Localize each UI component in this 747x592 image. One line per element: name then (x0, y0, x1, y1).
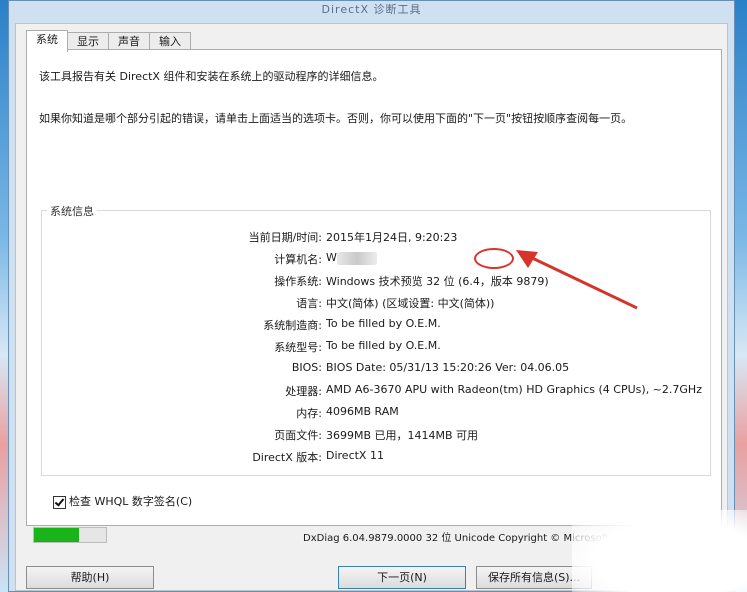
info-label: BIOS: (291, 361, 322, 374)
info-value: 中文(简体) (区域设置: 中文(简体)) (326, 297, 495, 310)
intro-text-2: 如果你知道是哪个部分引起的错误，请单击上面适当的选项卡。否则，你可以使用下面的"… (39, 112, 633, 125)
info-label: 计算机名: (274, 253, 322, 266)
computer-name-value: W (326, 251, 337, 264)
info-value: 3699MB 已用，1414MB 可用 (326, 429, 479, 442)
whql-checkbox-label: 检查 WHQL 数字签名(C) (69, 495, 193, 508)
window-title: DirectX 诊断工具 (321, 3, 422, 16)
info-row-model: 系统型号: To be filled by O.E.M. (42, 339, 712, 361)
info-value: 2015年1月24日, 9:20:23 (326, 231, 458, 244)
info-value: BIOS Date: 05/31/13 15:20:26 Ver: 04.06.… (326, 361, 570, 374)
next-page-button[interactable]: 下一页(N) (338, 566, 466, 589)
info-row-bios: BIOS: BIOS Date: 05/31/13 15:20:26 Ver: … (42, 361, 712, 383)
info-value: 4096MB RAM (326, 405, 399, 418)
intro-text-1: 该工具报告有关 DirectX 组件和安装在系统上的驱动程序的详细信息。 (39, 70, 384, 83)
system-info-group-label: 系统信息 (47, 203, 97, 219)
info-label: 内存: (296, 407, 322, 420)
info-value: DirectX 11 (326, 449, 384, 462)
help-button[interactable]: 帮助(H) (26, 566, 154, 589)
info-value: To be filled by O.E.M. (326, 317, 441, 330)
info-label: 操作系统: (274, 275, 322, 288)
info-row-directx-version: DirectX 版本: DirectX 11 (42, 449, 712, 471)
redacted-mask (336, 251, 377, 265)
info-label: DirectX 版本: (252, 451, 322, 464)
info-row-pagefile: 页面文件: 3699MB 已用，1414MB 可用 (42, 427, 712, 449)
tab-system[interactable]: 系统 (26, 30, 68, 52)
progress-bar (33, 527, 107, 543)
whql-checkbox-row[interactable]: 检查 WHQL 数字签名(C) (53, 493, 192, 509)
blurred-overlay (572, 510, 747, 592)
info-row-processor: 处理器: AMD A6-3670 APU with Radeon(tm) HD … (42, 383, 712, 405)
info-label: 系统制造商: (263, 319, 322, 332)
whql-checkbox[interactable] (53, 495, 66, 509)
info-row-memory: 内存: 4096MB RAM (42, 405, 712, 427)
info-row-manufacturer: 系统制造商: To be filled by O.E.M. (42, 317, 712, 339)
info-label: 系统型号: (274, 341, 322, 354)
annotation-highlight-ellipse (474, 248, 514, 269)
info-value: W (326, 251, 377, 265)
info-value: To be filled by O.E.M. (326, 339, 441, 352)
tab-strip: 系统 显示 声音 输入 (26, 30, 191, 52)
info-label: 当前日期/时间: (248, 231, 322, 244)
info-label: 页面文件: (274, 429, 322, 442)
info-value: AMD A6-3670 APU with Radeon(tm) HD Graph… (326, 383, 702, 396)
info-label: 语言: (296, 297, 322, 310)
progress-bar-fill (34, 528, 79, 542)
info-label: 处理器: (285, 385, 322, 398)
annotation-arrow-icon (516, 250, 638, 310)
